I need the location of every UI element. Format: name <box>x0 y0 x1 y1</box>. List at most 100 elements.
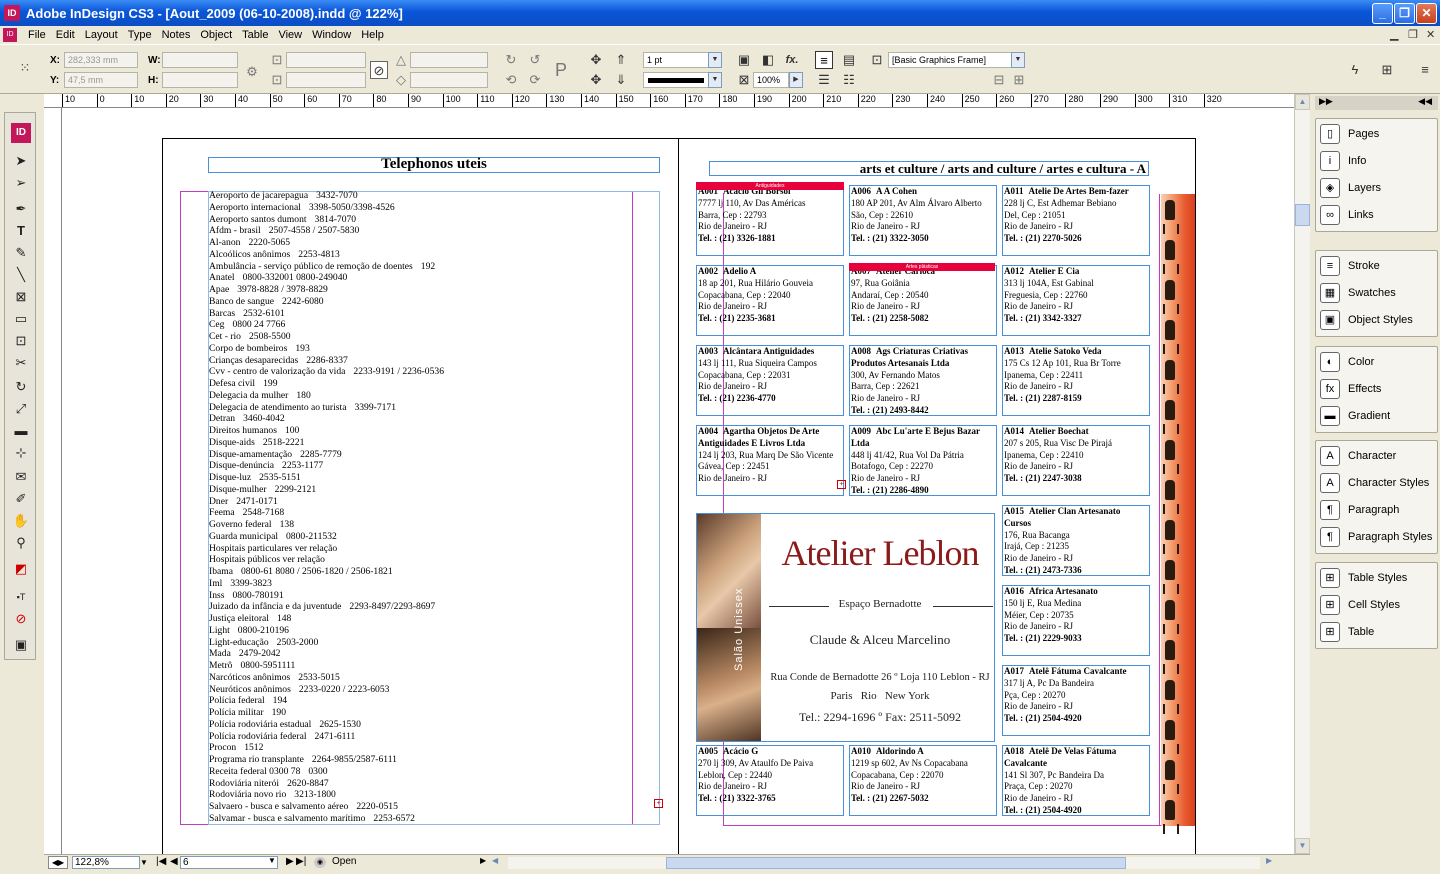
stroke-weight-dropdown[interactable]: ▼ <box>708 52 722 68</box>
zoom-toggle-icon[interactable]: ◀▶ <box>48 856 68 869</box>
open-dropdown[interactable]: ▶ <box>480 856 486 865</box>
reference-point-icon[interactable]: ⁙ <box>16 59 34 77</box>
overset-text-icon[interactable]: + <box>654 799 663 808</box>
left-page-title[interactable]: Telephonos uteis <box>208 157 660 173</box>
panel-item-pages[interactable]: ▯ Pages <box>1320 122 1438 146</box>
listing-card[interactable]: A003 Alcântara Antiguidades 143 lj 111, Ru… <box>696 345 844 416</box>
type-tool-icon[interactable]: T <box>11 221 31 241</box>
listing-card[interactable]: A013 Atelie Satoko Veda 175 Cs 12 Ap 101, … <box>1002 345 1150 416</box>
direct-selection-tool-icon[interactable]: ➢ <box>11 173 31 193</box>
listing-card[interactable]: A008 Ags Criaturas Criativas Produtos Art… <box>849 345 997 416</box>
overset-text-icon-right[interactable]: + <box>837 480 846 489</box>
menu-edit[interactable]: Edit <box>51 29 80 41</box>
doc-minimize-icon[interactable]: ▁ <box>1390 28 1398 41</box>
fill-stroke-icon[interactable]: ◩ <box>11 559 31 579</box>
clear-overrides-icon[interactable]: ⊟ <box>990 71 1008 89</box>
object-style-dropdown[interactable]: ▼ <box>1011 52 1025 68</box>
opacity-dropdown[interactable]: ▶ <box>789 72 803 88</box>
fill-icon[interactable]: ▣ <box>735 51 753 69</box>
rotate-tool-icon[interactable]: ↻ <box>11 377 31 397</box>
rotate-ccw-icon[interactable]: ↺ <box>526 51 544 69</box>
select-prev-icon[interactable]: ⇑ <box>612 51 630 69</box>
x-field[interactable]: 282,333 mm <box>64 52 138 68</box>
menu-file[interactable]: File <box>23 29 51 41</box>
menu-layout[interactable]: Layout <box>80 29 123 41</box>
selection-tool-icon[interactable]: ➤ <box>11 151 31 171</box>
listing-card[interactable]: A018 Atelê De Velas Fátuma Cavalcante 141 … <box>1002 745 1150 816</box>
next-page-button[interactable]: ▶ <box>286 856 294 867</box>
vertical-scrollbar[interactable]: ▲ ▼ <box>1294 94 1310 854</box>
open-label[interactable]: Open <box>332 856 356 867</box>
eyedropper-tool-icon[interactable]: ✐ <box>11 489 31 509</box>
panel-item-links[interactable]: ∞ Links <box>1320 203 1438 227</box>
scroll-right-button[interactable]: ▶ <box>1266 856 1282 869</box>
panel-item-object-styles[interactable]: ▣ Object Styles <box>1320 308 1438 332</box>
panel-item-swatches[interactable]: ▦ Swatches <box>1320 281 1438 305</box>
flip-icon[interactable]: ⟲ <box>502 71 520 89</box>
first-page-button[interactable]: |◀ <box>156 856 166 867</box>
scale-y-field[interactable] <box>286 72 366 88</box>
menu-notes[interactable]: Notes <box>157 29 196 41</box>
scale-x-field[interactable] <box>286 52 366 68</box>
listing-card[interactable]: A015 Atelier Clan Artesanato Cursos 176, R… <box>1002 505 1150 576</box>
panel-item-layers[interactable]: ◈ Layers <box>1320 176 1438 200</box>
page-dropdown[interactable]: ▼ <box>268 856 276 865</box>
horizontal-scroll-track[interactable] <box>508 857 1260 869</box>
right-page-title[interactable]: arts et culture / arts and culture / art… <box>709 161 1149 176</box>
close-button[interactable]: ✕ <box>1416 3 1437 24</box>
note-tool-icon[interactable]: ✉ <box>11 467 31 487</box>
panel-item-color[interactable]: ◐ Color <box>1320 350 1438 374</box>
menu-help[interactable]: Help <box>356 29 389 41</box>
gradient-tool-icon[interactable]: ▬ <box>11 421 31 441</box>
listing-card[interactable]: A002 Adelio A 18 ap 201, Rua Hilário Gouve… <box>696 265 844 336</box>
menu-view[interactable]: View <box>273 29 307 41</box>
rectangle-frame-tool-icon[interactable]: ⊠ <box>11 287 31 307</box>
formatting-container-icon[interactable]: ▪T <box>11 587 31 607</box>
menu-type[interactable]: Type <box>123 29 157 41</box>
vertical-ruler[interactable] <box>44 108 62 854</box>
select-next-icon[interactable]: ⇓ <box>612 71 630 89</box>
align-right-icon[interactable]: ☷ <box>840 71 858 89</box>
free-transform-tool-icon[interactable]: ⊹ <box>11 443 31 463</box>
select-container-icon[interactable]: ✥ <box>587 51 605 69</box>
align-left-icon[interactable]: ≡ <box>815 51 833 69</box>
opacity-field[interactable]: 100% <box>753 72 789 88</box>
rotation-field[interactable] <box>410 52 488 68</box>
menu-table[interactable]: Table <box>237 29 273 41</box>
pencil-tool-icon[interactable]: ✎ <box>11 243 31 263</box>
clear-style-icon[interactable]: ⊞ <box>1010 71 1028 89</box>
zoom-tool-icon[interactable]: ⚲ <box>11 533 31 553</box>
rotate-cw-icon[interactable]: ↻ <box>502 51 520 69</box>
fx-icon[interactable]: fx. <box>783 51 801 69</box>
button-tool-icon[interactable]: ⊡ <box>11 331 31 351</box>
panel-dock-header[interactable]: ▶▶ ◀◀ <box>1315 96 1438 110</box>
bridge-icon[interactable]: ⊞ <box>1378 61 1396 79</box>
rectangle-tool-icon[interactable]: ▭ <box>11 309 31 329</box>
scale-tool-icon[interactable]: ⤢ <box>11 399 31 419</box>
left-page[interactable]: Telephonos uteis Aeroporto de jacarepagu… <box>162 138 679 854</box>
maximize-button[interactable]: ❐ <box>1394 3 1415 24</box>
line-tool-icon[interactable]: ╲ <box>11 265 31 285</box>
panel-item-info[interactable]: i Info <box>1320 149 1438 173</box>
shear-field[interactable] <box>410 72 488 88</box>
panel-item-character[interactable]: A Character <box>1320 444 1438 468</box>
listing-card[interactable]: A014 Atelier Boechat 207 s 205, Rua Visc D… <box>1002 425 1150 496</box>
panel-item-paragraph[interactable]: ¶ Paragraph <box>1320 498 1438 522</box>
doc-restore-icon[interactable]: ❐ <box>1408 28 1418 41</box>
listing-card[interactable]: A007 Atelier Carioca 97, Rua Goiânia Andara… <box>849 265 997 336</box>
stroke-weight-field[interactable]: 1 pt <box>643 52 709 68</box>
h-field[interactable] <box>162 72 238 88</box>
object-style-field[interactable]: [Basic Graphics Frame] <box>888 52 1012 68</box>
collapse-dock-icon[interactable]: ▶▶ <box>1319 96 1333 107</box>
y-field[interactable]: 47,5 mm <box>64 72 138 88</box>
page-field[interactable]: 6 <box>180 856 278 869</box>
menu-window[interactable]: Window <box>307 29 356 41</box>
doc-close-icon[interactable]: ✕ <box>1426 28 1435 41</box>
apply-none-icon[interactable]: ⊘ <box>11 609 31 629</box>
listing-card[interactable]: A005 Acácio G 270 lj 309, Av Ataulfo De Pa… <box>696 745 844 816</box>
open-status-icon[interactable]: ◉ <box>314 857 326 868</box>
hand-tool-icon[interactable]: ✋ <box>11 511 31 531</box>
align-center-icon[interactable]: ☰ <box>815 71 833 89</box>
flip-vertical-icon[interactable]: ⟳ <box>526 71 544 89</box>
horizontal-scroll-thumb[interactable] <box>666 857 1126 869</box>
